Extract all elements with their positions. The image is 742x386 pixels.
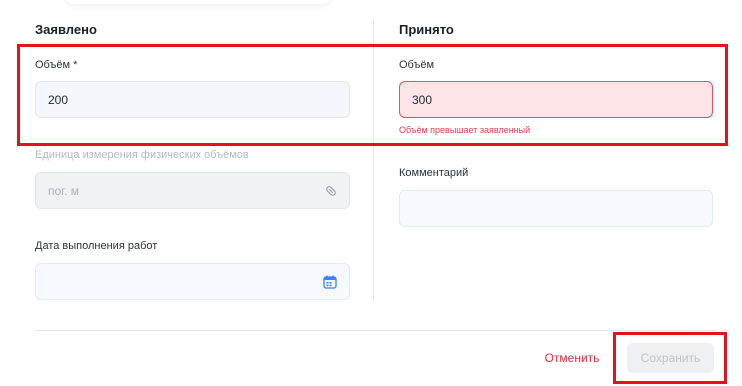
paperclip-icon [325,185,337,197]
accepted-volume-value: 300 [412,92,433,107]
comment-label: Комментарий [399,167,469,179]
declared-title: Заявлено [35,22,97,37]
date-field[interactable] [35,263,350,300]
accepted-title: Принято [399,22,454,37]
accepted-volume-field[interactable]: 300 [399,81,713,118]
calendar-icon[interactable] [323,275,337,289]
column-divider [373,20,374,300]
declared-volume-value: 200 [48,92,69,107]
card-edge [64,0,332,4]
declared-volume-field[interactable]: 200 [35,81,350,118]
footer-divider [35,330,715,331]
unit-label: Единица измерения физических объёмов [35,149,249,161]
save-button[interactable]: Сохранить [627,343,714,373]
unit-value: пог. м [48,183,80,198]
cancel-button[interactable]: Отменить [538,347,606,369]
date-label: Дата выполнения работ [35,240,158,252]
volume-error-message: Объём превышает заявленный [399,125,531,135]
declared-volume-label: Объём * [35,59,78,71]
accepted-volume-label: Объём [399,59,435,71]
comment-field[interactable] [399,190,713,227]
unit-field: пог. м [35,172,350,209]
